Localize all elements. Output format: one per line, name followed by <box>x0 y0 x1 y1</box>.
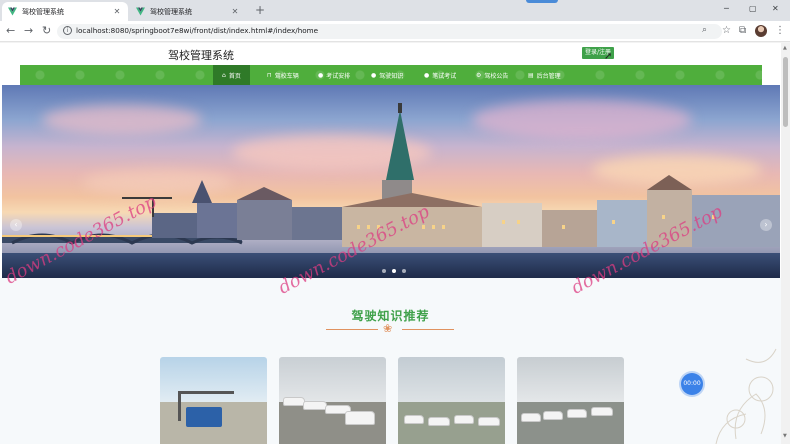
title-divider <box>402 329 454 330</box>
minimize-icon[interactable]: ─ <box>724 4 729 13</box>
vue-logo-icon <box>136 7 145 16</box>
tab-close-icon[interactable]: ✕ <box>230 7 240 16</box>
circle-icon: ● <box>424 71 430 79</box>
nav-item-home[interactable]: ⌂ 首页 <box>213 65 250 85</box>
knowledge-card[interactable] <box>398 357 505 444</box>
vue-logo-icon <box>8 7 17 16</box>
back-icon[interactable]: ← <box>6 24 15 37</box>
address-bar[interactable]: i localhost:8080/springboot7e8wi/front/d… <box>57 24 722 39</box>
banner-water <box>2 253 780 278</box>
lotus-icon: ❀ <box>383 322 393 335</box>
maximize-icon[interactable]: ▢ <box>749 4 757 13</box>
forward-icon[interactable]: → <box>24 24 33 37</box>
banner-dot-active[interactable] <box>392 269 396 273</box>
star-icon[interactable]: ☆ <box>722 25 731 36</box>
info-icon[interactable]: i <box>63 26 72 35</box>
nav-menu: ⌂ 首页 ⊓ 驾校车辆 ● 考试安排 ● 驾驶知识 ● 笔试考试 ⚙ 驾校公告 ▤ 后台管理 <box>20 65 762 85</box>
nav-item-written-exam[interactable]: ● 笔试考试 <box>424 65 456 85</box>
close-window-icon[interactable]: ✕ <box>772 4 779 13</box>
mouse-cursor-icon: ➚ <box>604 51 613 62</box>
nav-item-exam-schedule[interactable]: ● 考试安排 <box>318 65 350 85</box>
new-tab-icon[interactable]: + <box>255 3 265 17</box>
page: 驾校管理系统 登录/注册 ➚ ⌂ 首页 ⊓ 驾校车辆 ● 考试安排 ● 驾驶知识 ● 笔试… <box>0 43 781 444</box>
browser-tab-active[interactable]: 驾校管理系统 ✕ <box>2 2 128 21</box>
circle-icon: ● <box>371 71 377 79</box>
extensions-icon[interactable]: ⧉ <box>739 25 746 36</box>
knowledge-card[interactable] <box>517 357 624 444</box>
avatar[interactable] <box>755 25 767 37</box>
site-title: 驾校管理系统 <box>168 49 234 62</box>
scrollbar-thumb[interactable] <box>783 57 788 127</box>
car-icon: ⊓ <box>267 71 272 79</box>
browser-tabstrip: 驾校管理系统 ✕ 驾校管理系统 ✕ + ─ ▢ ✕ <box>0 0 790 21</box>
banner-prev-icon[interactable]: ‹ <box>10 219 22 231</box>
browser-tab[interactable]: 驾校管理系统 ✕ <box>130 2 246 21</box>
browser-toolbar: ← → ↻ i localhost:8080/springboot7e8wi/f… <box>0 21 790 42</box>
nav-item-driving-knowledge[interactable]: ● 驾驶知识 <box>371 65 403 85</box>
banner-dot[interactable] <box>382 269 386 273</box>
knowledge-section <box>0 278 781 444</box>
menu-icon[interactable]: ⋮ <box>775 25 785 36</box>
scroll-down-icon[interactable]: ▼ <box>783 433 787 439</box>
reload-icon[interactable]: ↻ <box>42 24 51 37</box>
circle-icon: ● <box>318 71 324 79</box>
knowledge-card[interactable] <box>279 357 386 444</box>
page-scrollbar[interactable]: ▲ ▼ <box>781 43 790 444</box>
tab-title: 驾校管理系统 <box>22 7 64 16</box>
nav-item-admin[interactable]: ▤ 后台管理 <box>528 65 561 85</box>
title-divider <box>326 329 378 330</box>
url-text: localhost:8080/springboot7e8wi/front/dis… <box>76 26 319 35</box>
nav-item-announcements[interactable]: ⚙ 驾校公告 <box>476 65 508 85</box>
tab-title: 驾校管理系统 <box>150 7 192 16</box>
admin-icon: ▤ <box>528 71 534 79</box>
home-icon: ⌂ <box>222 71 226 79</box>
nav-item-vehicles[interactable]: ⊓ 驾校车辆 <box>267 65 299 85</box>
zoom-icon[interactable]: ⌕ <box>702 25 707 35</box>
scroll-up-icon[interactable]: ▲ <box>783 45 787 51</box>
timer-badge[interactable]: 00:00 <box>681 373 703 395</box>
banner-dot[interactable] <box>402 269 406 273</box>
tab-close-icon[interactable]: ✕ <box>112 7 122 16</box>
knowledge-card[interactable] <box>160 357 267 444</box>
banner-next-icon[interactable]: › <box>760 219 772 231</box>
truck <box>186 407 222 427</box>
settings-icon: ⚙ <box>476 71 482 79</box>
banner-indicators <box>382 269 406 273</box>
profile-indicator <box>526 0 558 3</box>
